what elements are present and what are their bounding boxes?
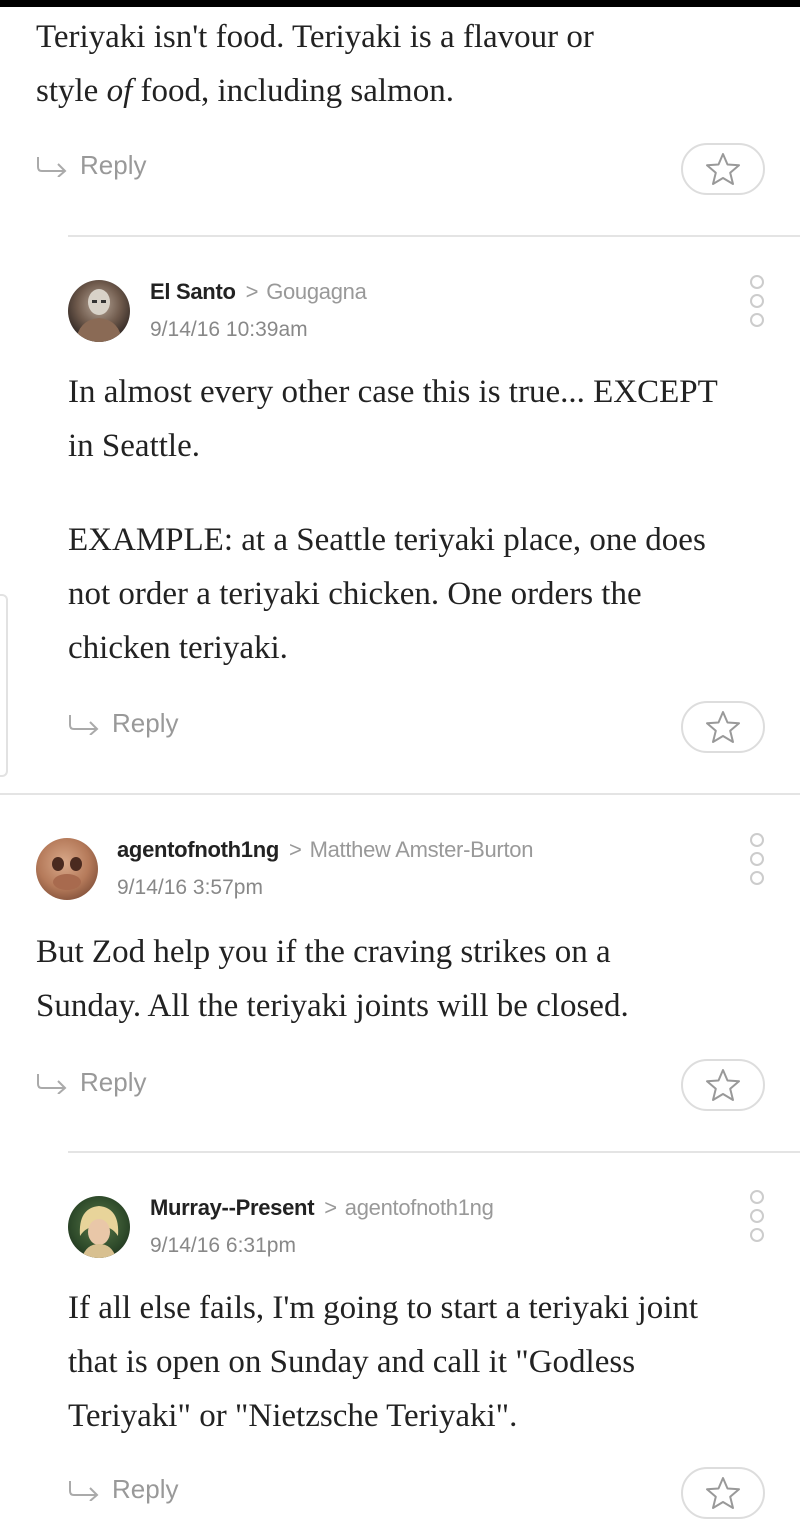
comment-body: EXAMPLE: at a Seattle teriyaki place, on… xyxy=(68,513,778,675)
dot xyxy=(750,275,764,289)
comment-line: Sunday. All the teriyaki joints will be … xyxy=(36,988,629,1024)
comment-text: food, including salmon. xyxy=(132,73,454,109)
comment-line: But Zod help you if the craving strikes … xyxy=(36,934,611,970)
dot xyxy=(750,313,764,327)
reply-to-name[interactable]: agentofnoth1ng xyxy=(345,1195,494,1220)
dot xyxy=(750,1228,764,1242)
timestamp[interactable]: 9/14/16 6:31pm xyxy=(150,1234,296,1258)
comment-text: style xyxy=(36,73,107,109)
dot xyxy=(750,1209,764,1223)
comment-emphasis: of xyxy=(106,73,133,109)
star-outline-icon xyxy=(706,1069,740,1101)
chevron-right-icon: > xyxy=(245,279,259,304)
comment-line: style of food, including salmon. xyxy=(36,64,776,118)
chevron-right-icon: > xyxy=(324,1195,337,1220)
more-vertical-dots-icon[interactable] xyxy=(750,1190,764,1242)
divider xyxy=(68,235,800,237)
comment-author-line: Murray--Present > agentofnoth1ng xyxy=(150,1195,494,1221)
reply-label: Reply xyxy=(112,1474,179,1504)
dot xyxy=(750,852,764,866)
star-button[interactable] xyxy=(681,143,765,195)
comment-line: Teriyaki isn't food. Teriyaki is a flavo… xyxy=(36,19,594,55)
comment-line: not order a teriyaki chicken. One orders… xyxy=(68,576,642,612)
comment-body: In almost every other case this is true.… xyxy=(68,365,778,473)
reply-label: Reply xyxy=(80,1067,147,1097)
comment-line: chicken teriyaki. xyxy=(68,630,288,666)
author-name[interactable]: El Santo xyxy=(150,279,236,304)
reply-arrow-icon xyxy=(69,1480,99,1501)
status-bar-edge xyxy=(0,0,800,7)
comment-body: But Zod help you if the craving strikes … xyxy=(36,925,786,1033)
dot xyxy=(750,833,764,847)
comment-line: that is open on Sunday and call it "Godl… xyxy=(68,1344,636,1380)
chevron-right-icon: > xyxy=(289,837,302,862)
star-outline-icon xyxy=(706,1477,740,1509)
star-outline-icon xyxy=(706,711,740,743)
star-button[interactable] xyxy=(681,1059,765,1111)
timestamp[interactable]: 9/14/16 3:57pm xyxy=(117,876,263,900)
comment-line: in Seattle. xyxy=(68,428,200,464)
dot xyxy=(750,1190,764,1204)
author-name[interactable]: agentofnoth1ng xyxy=(117,837,279,862)
reply-arrow-icon xyxy=(37,1073,67,1094)
dot xyxy=(750,871,764,885)
reply-button[interactable]: Reply xyxy=(68,1474,178,1505)
star-outline-icon xyxy=(706,153,740,185)
avatar[interactable] xyxy=(68,1196,130,1258)
reply-button[interactable]: Reply xyxy=(36,150,146,181)
timestamp[interactable]: 9/14/16 10:39am xyxy=(150,318,308,342)
reply-button[interactable]: Reply xyxy=(36,1067,146,1098)
comment-line: EXAMPLE: at a Seattle teriyaki place, on… xyxy=(68,522,706,558)
avatar[interactable] xyxy=(68,280,130,342)
more-vertical-dots-icon[interactable] xyxy=(750,275,764,327)
comment-line: Teriyaki" or "Nietzsche Teriyaki". xyxy=(68,1398,518,1434)
star-button[interactable] xyxy=(681,1467,765,1519)
reply-button[interactable]: Reply xyxy=(68,708,178,739)
more-vertical-dots-icon[interactable] xyxy=(750,833,764,885)
divider xyxy=(0,793,800,795)
comment-body: If all else fails, I'm going to start a … xyxy=(68,1281,788,1443)
reply-to-name[interactable]: Matthew Amster-Burton xyxy=(310,837,534,862)
reply-arrow-icon xyxy=(37,156,67,177)
avatar-image xyxy=(52,857,82,890)
comment-line: In almost every other case this is true.… xyxy=(68,374,718,410)
avatar-image xyxy=(76,289,122,342)
dot xyxy=(750,294,764,308)
star-button[interactable] xyxy=(681,701,765,753)
avatar[interactable] xyxy=(36,838,98,900)
divider xyxy=(68,1151,800,1153)
comment-body: Teriyaki isn't food. Teriyaki is a flavo… xyxy=(36,10,776,118)
reply-arrow-icon xyxy=(69,714,99,735)
side-drawer-handle[interactable] xyxy=(0,594,8,777)
comment-author-line: El Santo > Gougagna xyxy=(150,279,367,305)
comment-author-line: agentofnoth1ng > Matthew Amster-Burton xyxy=(117,837,533,863)
reply-to-name[interactable]: Gougagna xyxy=(266,279,367,304)
author-name[interactable]: Murray--Present xyxy=(150,1195,315,1220)
avatar-image xyxy=(79,1206,119,1258)
reply-label: Reply xyxy=(80,150,147,180)
reply-label: Reply xyxy=(112,708,179,738)
comment-line: If all else fails, I'm going to start a … xyxy=(68,1290,699,1326)
